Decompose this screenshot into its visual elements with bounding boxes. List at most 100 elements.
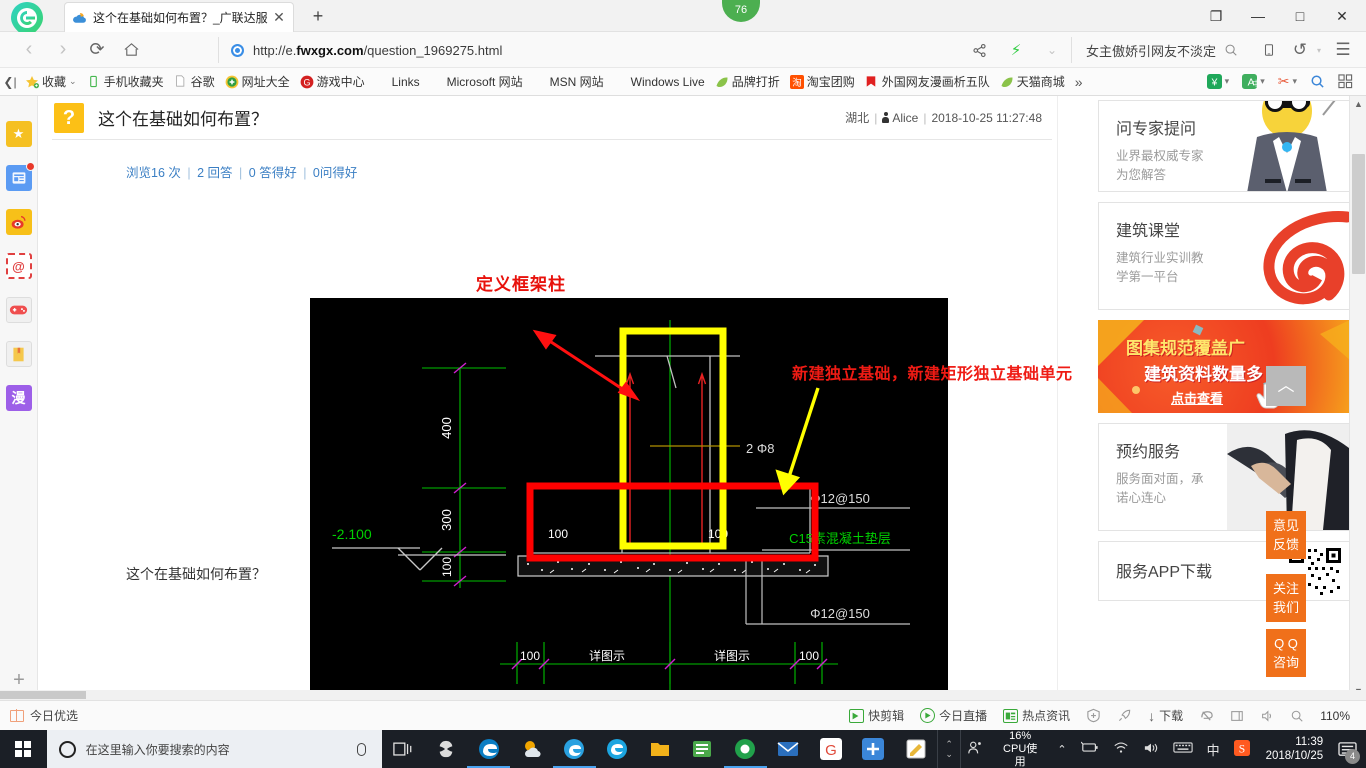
ad-cta-link[interactable]: 点击查看 — [1171, 388, 1223, 407]
question-author[interactable]: Alice — [882, 111, 918, 125]
bookmark-tmall[interactable]: 天猫商城 — [995, 70, 1070, 94]
taskbar-overflow-scroll[interactable]: ⌃ ⌄ — [937, 730, 961, 768]
game-icon[interactable] — [5, 297, 32, 323]
reload-icon[interactable]: ⟳ — [80, 35, 114, 65]
undo-caret-icon[interactable]: ▾ — [1314, 35, 1324, 65]
search-icon[interactable] — [1216, 35, 1246, 65]
download-progress-badge[interactable]: 76 — [722, 0, 760, 22]
chevron-down-icon[interactable]: ▾ — [1260, 76, 1265, 87]
keyboard-icon[interactable] — [1167, 741, 1199, 757]
scissors-icon[interactable]: ✂ ▾ — [1273, 70, 1302, 94]
bookmark-google[interactable]: 谷歌 — [169, 70, 220, 94]
weibo-icon[interactable] — [5, 209, 32, 235]
window-split-icon[interactable] — [1224, 709, 1250, 723]
page-vertical-scrollbar[interactable]: ▲ ▼ — [1349, 96, 1366, 700]
taskbar-app-mail[interactable] — [767, 730, 810, 768]
ad-appointment-service[interactable]: 预约服务 服务面对面，承 诺心连心 — [1098, 423, 1350, 531]
coupon-icon[interactable]: ¥ ▾ — [1202, 70, 1235, 94]
share-icon[interactable] — [963, 35, 997, 65]
mobile-view-icon[interactable] — [1252, 35, 1286, 65]
ad-construction-classroom[interactable]: 建筑课堂 建筑行业实训教 学第一平台 — [1098, 202, 1350, 310]
window-restore-button[interactable]: ❐ — [1196, 1, 1236, 31]
downloads-button[interactable]: ↓ 下载 — [1142, 707, 1189, 724]
stat-views[interactable]: 浏览16 次 — [126, 166, 181, 180]
volume-icon[interactable] — [1137, 741, 1165, 758]
scroll-up-icon[interactable]: ⌃ — [945, 739, 953, 749]
taskbar-app-editor[interactable] — [895, 730, 938, 768]
zoom-level[interactable]: 110% — [1314, 709, 1356, 723]
undo-icon[interactable]: ↺ — [1288, 35, 1312, 65]
taskbar-search-box[interactable]: 在这里输入你要搜索的内容 — [46, 730, 383, 768]
bookmark-icon[interactable] — [5, 341, 32, 367]
sogou-input-icon[interactable]: S — [1228, 739, 1256, 759]
new-tab-button[interactable]: + — [305, 5, 331, 29]
chevron-up-icon[interactable]: ⌃ — [1051, 743, 1072, 756]
hot-news-button[interactable]: 热点资讯 — [997, 707, 1076, 724]
browser-tab[interactable]: 这个在基础如何布置？_广联达服 ✕ — [64, 2, 294, 32]
window-maximize-button[interactable]: □ — [1280, 1, 1320, 31]
email-icon[interactable]: @ — [5, 253, 32, 279]
ad-atlas-standards-banner[interactable]: 图集规范覆盖广 建筑资料数量多 点击查看 — [1098, 320, 1350, 413]
taskbar-app-weather[interactable] — [510, 730, 553, 768]
cortana-app-button[interactable] — [425, 730, 468, 768]
taskbar-app-edge[interactable] — [467, 730, 510, 768]
bookmarks-collapse-icon[interactable]: ❮| — [0, 75, 20, 89]
lightning-boost-icon[interactable]: ⚡ — [999, 35, 1033, 65]
window-minimize-button[interactable]: — — [1238, 1, 1278, 31]
live-today-button[interactable]: 今日直播 — [914, 707, 993, 724]
stat-good-answers[interactable]: 0 答得好 — [249, 166, 297, 180]
chevron-down-icon[interactable]: ▾ — [1292, 76, 1297, 87]
address-bar[interactable]: http://e.fwxgx.com/question_1969275.html — [218, 37, 948, 63]
tab-close-icon[interactable]: ✕ — [271, 9, 287, 26]
page-horizontal-scrollbar[interactable] — [0, 690, 1366, 700]
bookmark-hao123[interactable]: 网址大全 — [220, 70, 295, 94]
back-to-top-button[interactable]: ︿ — [1266, 366, 1306, 406]
scrollbar-thumb[interactable] — [1352, 154, 1365, 274]
bookmark-links[interactable]: Links — [370, 70, 425, 94]
search-tool-icon[interactable] — [1305, 70, 1330, 94]
favorites-icon[interactable]: ★ — [5, 121, 32, 147]
taskbar-app-g[interactable]: G — [809, 730, 852, 768]
people-icon[interactable] — [961, 740, 989, 759]
bookmark-windows-live[interactable]: Windows Live — [609, 70, 710, 94]
today-pick-label[interactable]: 今日优选 — [30, 707, 78, 724]
chevron-down-icon[interactable]: ⌄ — [69, 76, 77, 87]
stat-answers[interactable]: 2 回答 — [197, 166, 232, 180]
bookmark-foreign-comic[interactable]: 外国网友漫画析五队 — [860, 70, 995, 94]
zoom-search-icon[interactable] — [1284, 709, 1310, 723]
chevron-down-icon[interactable]: ▾ — [1225, 76, 1230, 87]
hscrollbar-thumb[interactable] — [0, 691, 86, 699]
apps-grid-icon[interactable] — [1333, 70, 1358, 94]
taskbar-clock[interactable]: 11:39 2018/10/25 — [1258, 735, 1332, 763]
notification-center-button[interactable]: 4 — [1333, 730, 1362, 768]
translate-icon[interactable]: A中 ▾ — [1237, 70, 1270, 94]
browser-menu-icon[interactable]: ☰ — [1326, 35, 1360, 65]
rocket-icon[interactable] — [1111, 708, 1138, 723]
ad-app-download[interactable]: 服务APP下载 — [1098, 541, 1350, 601]
ad-ask-expert[interactable]: 问专家提问 业界最权威专家 为您解答 — [1098, 100, 1350, 192]
microphone-icon[interactable] — [357, 742, 367, 756]
taskbar-app-browser360[interactable] — [553, 730, 596, 768]
bookmark-game-center[interactable]: G 游戏中心 — [295, 70, 370, 94]
bookmark-msn[interactable]: MSN 网站 — [528, 70, 609, 94]
feedback-tab[interactable]: 意见 反馈 — [1266, 511, 1306, 559]
wifi-icon[interactable] — [1107, 741, 1135, 757]
battery-icon[interactable] — [1075, 741, 1105, 757]
ime-language-icon[interactable]: 中 — [1201, 740, 1226, 759]
taskbar-app-chrome-green[interactable] — [724, 730, 767, 768]
qq-consult-tab[interactable]: Q Q 咨询 — [1266, 629, 1306, 677]
bookmarks-overflow-button[interactable]: » — [1070, 74, 1088, 90]
quick-clip-button[interactable]: 快剪辑 — [843, 707, 910, 724]
start-button[interactable] — [0, 730, 47, 768]
back-button[interactable]: ‹ — [12, 35, 46, 65]
scroll-down-icon[interactable]: ⌄ — [945, 749, 953, 759]
bookmark-mobile-favorites[interactable]: 手机收藏夹 — [82, 70, 169, 94]
home-icon[interactable] — [114, 35, 148, 65]
task-view-button[interactable] — [382, 730, 425, 768]
taskbar-app-share[interactable] — [852, 730, 895, 768]
bookmark-brand-discount[interactable]: 品牌打折 — [710, 70, 785, 94]
shield-icon[interactable] — [1080, 708, 1107, 723]
taskbar-app-ie[interactable] — [596, 730, 639, 768]
taskbar-app-files[interactable] — [681, 730, 724, 768]
forward-button[interactable]: › — [46, 35, 80, 65]
